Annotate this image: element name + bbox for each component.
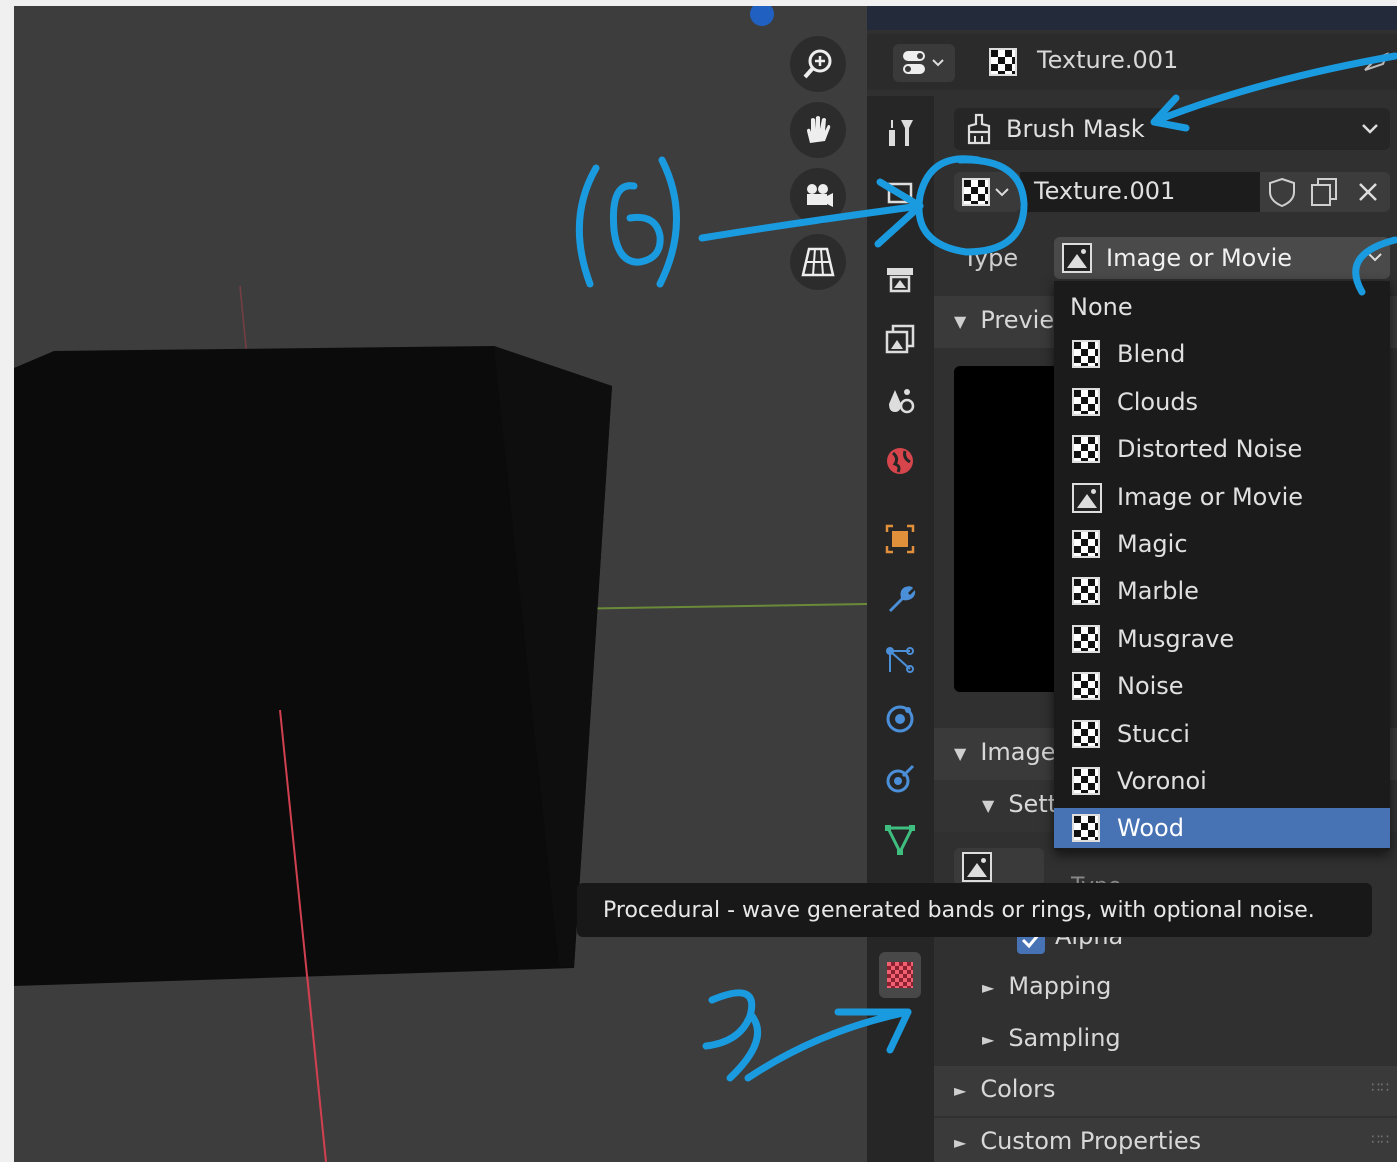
type-value: Image or Movie (1106, 244, 1292, 272)
image-icon (962, 852, 992, 882)
image-browse-button[interactable] (954, 848, 1044, 886)
3d-viewport[interactable] (14, 6, 867, 1162)
menu-item-marble[interactable]: Marble (1054, 571, 1390, 611)
checker-icon (1072, 387, 1100, 416)
grid-view-icon[interactable] (790, 234, 846, 290)
pan-hand-icon[interactable] (790, 102, 846, 158)
image-icon (1062, 243, 1092, 273)
tab-output[interactable] (879, 256, 921, 302)
chevron-down-icon (1362, 124, 1378, 134)
menu-item-label: Magic (1117, 530, 1188, 558)
mapping-title: Mapping (1008, 972, 1112, 1000)
checker-icon (1072, 767, 1100, 795)
tab-modifiers[interactable] (879, 576, 921, 622)
colors-title: Colors (980, 1075, 1056, 1103)
tab-view-layer[interactable] (879, 316, 921, 362)
menu-item-image-or-movie[interactable]: Image or Movie (1054, 477, 1390, 517)
chevron-down-icon (995, 188, 1009, 197)
custom-properties-title: Custom Properties (980, 1127, 1202, 1155)
type-label: Type (963, 244, 1019, 272)
drag-handle-icon[interactable]: ∷∷ (1371, 1132, 1389, 1148)
chevron-down-icon (1368, 253, 1382, 262)
menu-item-label: Stucci (1117, 719, 1190, 748)
pin-icon[interactable] (1357, 44, 1397, 80)
editor-type-button[interactable] (893, 44, 955, 82)
texture-name-field[interactable]: Texture.001 (1020, 172, 1260, 212)
checker-icon (1072, 340, 1100, 369)
checker-icon (1072, 577, 1100, 606)
tab-tool[interactable] (879, 110, 921, 156)
menu-item-wood[interactable]: Wood (1054, 808, 1390, 849)
duplicate-icon[interactable] (1308, 176, 1342, 208)
gizmo-dot (750, 6, 774, 26)
menu-item-label: Marble (1117, 577, 1199, 606)
checker-icon (1072, 719, 1100, 748)
texture-checker-icon (989, 48, 1017, 76)
texture-slot-actions (1260, 172, 1390, 212)
menu-item-magic[interactable]: Magic (1054, 524, 1390, 564)
sampling-title: Sampling (1008, 1024, 1121, 1052)
fake-user-shield-icon[interactable] (1266, 176, 1298, 208)
brush-icon (967, 113, 991, 145)
menu-item-distorted-noise[interactable]: Distorted Noise (1054, 429, 1390, 469)
tab-physics[interactable] (879, 696, 921, 742)
tooltip: Procedural - wave generated bands or rin… (577, 883, 1372, 937)
texture-type-menu: None Blend Clouds Distorted Noise Image or M… (1054, 281, 1390, 851)
camera-icon[interactable] (790, 168, 846, 224)
tab-render[interactable] (879, 170, 921, 216)
editor-top-strip (867, 6, 1397, 30)
zoom-icon[interactable] (790, 36, 846, 92)
checker-icon (1072, 624, 1100, 653)
tab-data[interactable] (879, 816, 921, 862)
tooltip-text: Procedural - wave generated bands or rin… (603, 897, 1315, 923)
image-panel-title: Image (980, 738, 1056, 766)
menu-item-noise[interactable]: Noise (1054, 666, 1390, 706)
tab-texture[interactable] (879, 952, 921, 998)
tab-scene[interactable] (879, 378, 921, 424)
menu-item-none[interactable]: None (1054, 287, 1390, 327)
menu-item-label: Image or Movie (1117, 482, 1303, 511)
tab-particles[interactable] (879, 636, 921, 682)
tab-object[interactable] (879, 516, 921, 562)
context-label: Brush Mask (1006, 115, 1145, 143)
properties-tabs (867, 96, 934, 1162)
checker-icon (962, 178, 990, 206)
menu-item-musgrave[interactable]: Musgrave (1054, 619, 1390, 659)
menu-item-label: Voronoi (1117, 767, 1207, 795)
checker-icon (1072, 672, 1100, 701)
custom-properties-panel-header[interactable]: ► Custom Properties ∷∷ (934, 1118, 1397, 1162)
texture-type-dropdown[interactable]: Image or Movie (1054, 237, 1390, 279)
menu-item-label: None (1070, 293, 1133, 321)
drag-handle-icon[interactable]: ∷∷ (1371, 1080, 1389, 1096)
menu-item-clouds[interactable]: Clouds (1054, 382, 1390, 422)
checker-icon (1072, 530, 1100, 558)
menu-item-label: Blend (1117, 340, 1186, 369)
checker-icon (1072, 814, 1100, 843)
menu-item-label: Distorted Noise (1117, 435, 1303, 464)
tab-world[interactable] (879, 438, 921, 484)
tab-constraints[interactable] (879, 756, 921, 802)
header-texture-name: Texture.001 (1037, 46, 1179, 74)
mapping-subpanel-header[interactable]: ► Mapping (934, 962, 1397, 1014)
menu-item-label: Clouds (1117, 387, 1199, 416)
menu-item-label: Wood (1117, 814, 1184, 843)
texture-name-value: Texture.001 (1034, 177, 1176, 205)
menu-item-label: Noise (1117, 672, 1184, 701)
texture-context-dropdown[interactable]: Brush Mask (954, 108, 1390, 150)
menu-item-stucci[interactable]: Stucci (1054, 714, 1390, 754)
menu-item-blend[interactable]: Blend (1054, 334, 1390, 374)
menu-item-label: Musgrave (1117, 624, 1235, 653)
properties-header: Texture.001 (867, 34, 1397, 90)
menu-item-voronoi[interactable]: Voronoi (1054, 761, 1390, 801)
viewport-scene (14, 6, 867, 1162)
colors-panel-header[interactable]: ► Colors ∷∷ (934, 1066, 1397, 1116)
sampling-subpanel-header[interactable]: ► Sampling (934, 1014, 1397, 1066)
checker-icon (1072, 435, 1100, 464)
image-icon (1072, 482, 1102, 513)
texture-browse-button[interactable] (954, 172, 1020, 212)
close-icon[interactable] (1354, 178, 1382, 206)
